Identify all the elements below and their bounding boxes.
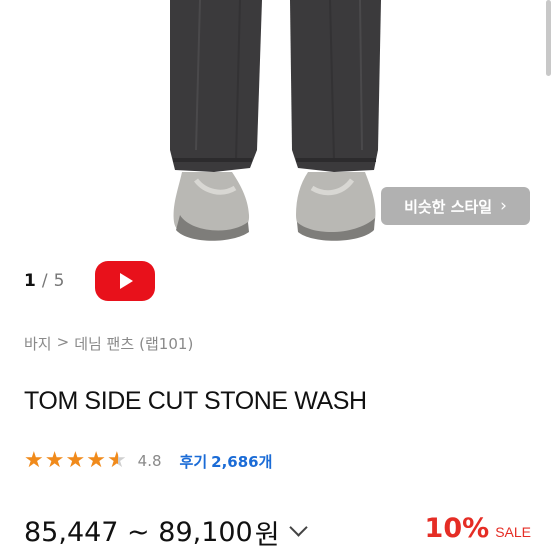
- chevron-down-icon: [288, 518, 308, 537]
- reviews-prefix: 후기: [179, 452, 208, 471]
- product-title: TOM SIDE CUT STONE WASH: [24, 387, 367, 415]
- youtube-play-icon: [120, 273, 133, 289]
- star-half-icon: ★: [106, 448, 127, 473]
- price-range-toggle[interactable]: 85,447 ~ 89,100 원: [24, 513, 308, 552]
- video-play-button[interactable]: [95, 261, 155, 301]
- breadcrumb-category[interactable]: 바지: [24, 333, 52, 354]
- similar-style-button[interactable]: 비슷한 스타일 ›: [381, 187, 530, 225]
- rating-stars: ★ ★ ★ ★ ★: [24, 450, 127, 472]
- reviews-count: 2,686개: [211, 452, 273, 471]
- breadcrumb-brand[interactable]: (랩101): [139, 333, 193, 354]
- product-image-gallery[interactable]: 비슷한 스타일 ›: [0, 0, 553, 248]
- star-icon: ★: [65, 448, 86, 473]
- pager-current: 1: [24, 271, 36, 291]
- reviews-link[interactable]: 후기 2,686개: [180, 451, 273, 472]
- chevron-right-icon: ›: [500, 195, 507, 216]
- star-icon: ★: [24, 448, 44, 473]
- sale-label: SALE: [495, 524, 531, 540]
- breadcrumb-subcategory[interactable]: 데님 팬츠: [74, 333, 134, 354]
- rating-row: ★ ★ ★ ★ ★ 4.8 후기 2,686개: [24, 450, 272, 472]
- pager-total: 5: [53, 271, 65, 291]
- breadcrumb: 바지 > 데님 팬츠 (랩101): [24, 333, 193, 354]
- star-icon: ★: [44, 448, 65, 473]
- rating-value: 4.8: [137, 452, 162, 470]
- price-range: 85,447 ~ 89,100: [24, 517, 253, 548]
- similar-style-label: 비슷한 스타일: [404, 197, 493, 216]
- pager-separator: /: [41, 271, 48, 291]
- gallery-pager: 1 / 5: [24, 271, 64, 291]
- breadcrumb-separator: >: [56, 333, 70, 351]
- page-scrollbar-thumb[interactable]: [546, 0, 551, 76]
- discount-percent: 10%: [424, 513, 490, 544]
- price-currency: 원: [254, 520, 280, 551]
- discount-badge: 10% SALE: [425, 513, 531, 544]
- star-icon: ★: [86, 448, 106, 473]
